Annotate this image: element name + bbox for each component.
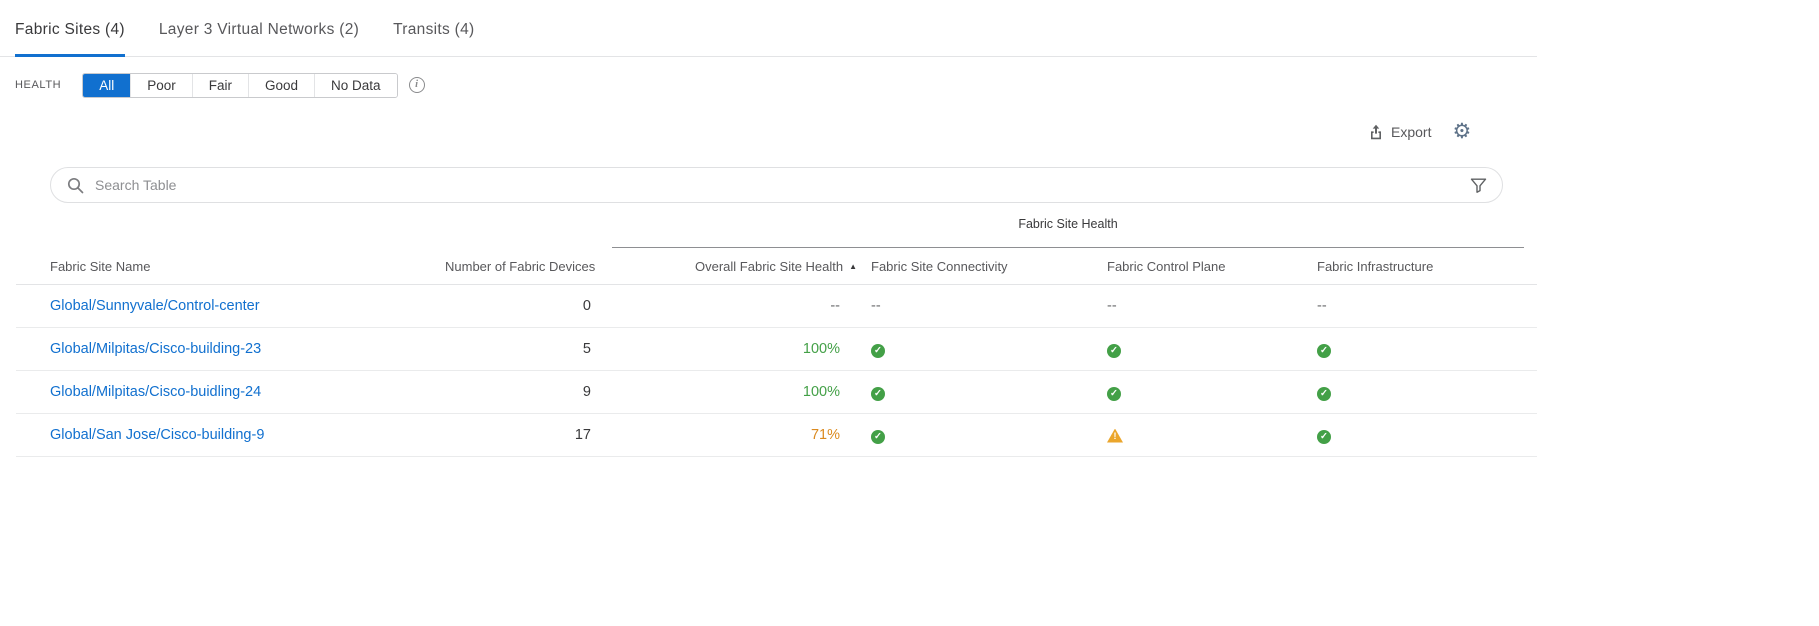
column-header-fabric-infrastructure[interactable]: Fabric Infrastructure xyxy=(1317,259,1537,274)
health-filter-fair[interactable]: Fair xyxy=(192,74,248,97)
good-health-icon: ✓ xyxy=(871,344,885,358)
no-data-value: -- xyxy=(1107,298,1117,314)
connectivity-status: ✓ xyxy=(871,426,1107,444)
good-health-icon: ✓ xyxy=(871,387,885,401)
good-health-icon: ✓ xyxy=(1107,344,1121,358)
device-count: 5 xyxy=(445,341,591,357)
health-filter-good[interactable]: Good xyxy=(248,74,314,97)
tab-fabric-sites-4[interactable]: Fabric Sites (4) xyxy=(15,21,125,56)
table-body: Global/Sunnyvale/Control-center 0 -- -- … xyxy=(16,285,1537,457)
table-actions: Export ⚙ xyxy=(1368,121,1471,142)
info-icon[interactable] xyxy=(409,77,425,93)
column-group-header: Fabric Site Health xyxy=(16,212,1537,248)
health-filter-poor[interactable]: Poor xyxy=(130,74,192,97)
control-plane-status: ! xyxy=(1107,426,1317,444)
overall-health-value: 100% xyxy=(695,384,840,400)
health-filter-all[interactable]: All xyxy=(83,74,130,97)
sort-ascending-icon: ▲ xyxy=(849,262,857,271)
tab-transits-4[interactable]: Transits (4) xyxy=(393,21,474,56)
no-data-value: -- xyxy=(1317,298,1327,314)
table-row: Global/Sunnyvale/Control-center 0 -- -- … xyxy=(16,285,1537,328)
fabric-sites-table: Fabric Site Health Fabric Site Name Numb… xyxy=(16,212,1537,457)
table-row: Global/Milpitas/Cisco-building-23 5 100%… xyxy=(16,328,1537,371)
infrastructure-status: ✓ xyxy=(1317,340,1537,358)
connectivity-status: ✓ xyxy=(871,383,1107,401)
device-count: 9 xyxy=(445,384,591,400)
group-header-underline xyxy=(612,247,1524,248)
infrastructure-status: ✓ xyxy=(1317,426,1537,444)
export-icon xyxy=(1368,124,1384,140)
filter-icon[interactable] xyxy=(1470,177,1487,194)
search-icon xyxy=(66,176,85,195)
no-data-value: -- xyxy=(871,298,881,314)
connectivity-status: ✓ xyxy=(871,340,1107,358)
column-header-number-of-fabric-devices[interactable]: Number of Fabric Devices xyxy=(445,259,591,274)
table-row: Global/Milpitas/Cisco-buidling-24 9 100%… xyxy=(16,371,1537,414)
gear-icon[interactable]: ⚙ xyxy=(1452,121,1471,142)
device-count: 0 xyxy=(445,298,591,314)
good-health-icon: ✓ xyxy=(871,430,885,444)
search-input[interactable] xyxy=(95,177,1470,193)
health-filter-no-data[interactable]: No Data xyxy=(314,74,397,97)
warning-icon: ! xyxy=(1107,429,1123,443)
overall-health-value: 100% xyxy=(695,341,840,357)
fabric-site-link[interactable]: Global/San Jose/Cisco-building-9 xyxy=(50,427,264,443)
control-plane-status: ✓ xyxy=(1107,383,1317,401)
table-row: Global/San Jose/Cisco-building-9 17 71% … xyxy=(16,414,1537,457)
health-filter-row: HEALTH AllPoorFairGoodNo Data xyxy=(15,72,1819,98)
column-header-fabric-site-connectivity[interactable]: Fabric Site Connectivity xyxy=(871,259,1107,274)
health-filter-label: HEALTH xyxy=(15,79,61,91)
control-plane-status: -- xyxy=(1107,297,1317,315)
tab-bar: Fabric Sites (4) Layer 3 Virtual Networks… xyxy=(0,0,1537,57)
table-search-bar xyxy=(50,167,1503,203)
tab-layer-3-virtual-networks-2[interactable]: Layer 3 Virtual Networks (2) xyxy=(159,21,359,56)
good-health-icon: ✓ xyxy=(1317,344,1331,358)
column-header-fabric-site-name[interactable]: Fabric Site Name xyxy=(16,259,445,274)
overall-health-value: 71% xyxy=(695,427,840,443)
device-count: 17 xyxy=(445,427,591,443)
export-label: Export xyxy=(1391,124,1431,140)
control-plane-status: ✓ xyxy=(1107,340,1317,358)
health-filter-segmented-control: AllPoorFairGoodNo Data xyxy=(82,73,397,98)
infrastructure-status: -- xyxy=(1317,297,1537,315)
export-button[interactable]: Export xyxy=(1368,124,1431,140)
group-header-label: Fabric Site Health xyxy=(612,217,1524,231)
overall-health-value: -- xyxy=(695,298,840,314)
good-health-icon: ✓ xyxy=(1107,387,1121,401)
table-header-row: Fabric Site Name Number of Fabric Device… xyxy=(16,248,1537,285)
good-health-icon: ✓ xyxy=(1317,387,1331,401)
column-header-fabric-control-plane[interactable]: Fabric Control Plane xyxy=(1107,259,1317,274)
good-health-icon: ✓ xyxy=(1317,430,1331,444)
connectivity-status: -- xyxy=(871,297,1107,315)
fabric-site-link[interactable]: Global/Milpitas/Cisco-buidling-24 xyxy=(50,384,261,400)
fabric-site-link[interactable]: Global/Milpitas/Cisco-building-23 xyxy=(50,341,261,357)
fabric-site-link[interactable]: Global/Sunnyvale/Control-center xyxy=(50,298,260,314)
column-header-overall-fabric-site-health[interactable]: Overall Fabric Site Health▲ xyxy=(695,259,840,274)
infrastructure-status: ✓ xyxy=(1317,383,1537,401)
